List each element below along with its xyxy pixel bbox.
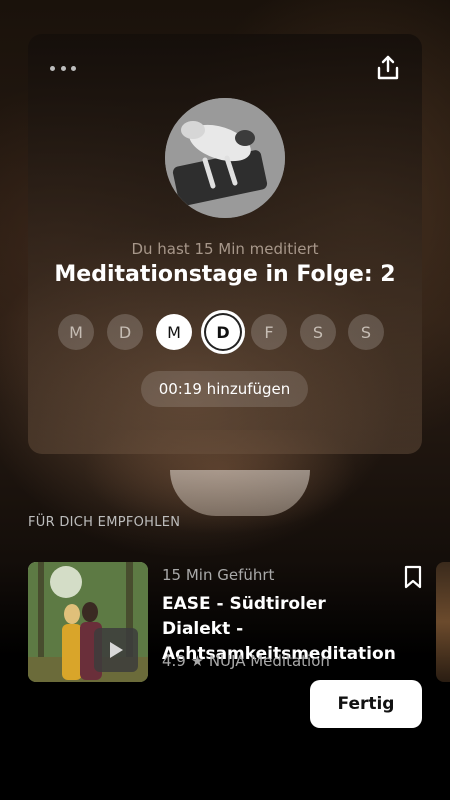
recommended-section-label: FÜR DICH EMPFOHLEN xyxy=(28,515,181,530)
play-icon xyxy=(110,642,123,658)
share-button[interactable] xyxy=(374,54,402,82)
recommendation-thumbnail xyxy=(28,562,148,682)
share-upload-icon xyxy=(377,55,399,80)
day-circle-mon: M xyxy=(58,314,94,350)
more-options-button[interactable] xyxy=(50,58,76,78)
next-recommendation-peek[interactable] xyxy=(436,562,450,682)
streak-title: Meditationstage in Folge: 2 xyxy=(54,262,396,287)
session-avatar xyxy=(165,98,285,218)
done-button[interactable]: Fertig xyxy=(310,680,422,728)
background-smile xyxy=(170,470,310,516)
recommendation-meta: 15 Min Geführt xyxy=(162,566,275,584)
play-button[interactable] xyxy=(94,628,138,672)
day-circle-tue: D xyxy=(107,314,143,350)
day-circle-sun: S xyxy=(348,314,384,350)
bookmark-button[interactable] xyxy=(403,565,423,589)
day-circle-wed-done: M xyxy=(156,314,192,350)
session-duration-text: Du hast 15 Min meditiert xyxy=(131,240,319,258)
day-circle-thu-today: D xyxy=(201,310,245,354)
dog-photo-icon xyxy=(165,98,285,218)
add-time-button[interactable]: 00:19 hinzufügen xyxy=(141,371,308,407)
day-circle-sat: S xyxy=(300,314,336,350)
weekday-streak-row: M D M D F S S xyxy=(58,310,388,354)
bookmark-icon xyxy=(404,565,422,589)
recommendation-rating: 4.9 ★ NUJA Meditation xyxy=(162,652,330,670)
more-horizontal-icon xyxy=(50,65,55,71)
recommendation-card[interactable]: 15 Min Geführt EASE - Südtiroler Dialekt… xyxy=(28,562,428,684)
day-circle-fri: F xyxy=(251,314,287,350)
